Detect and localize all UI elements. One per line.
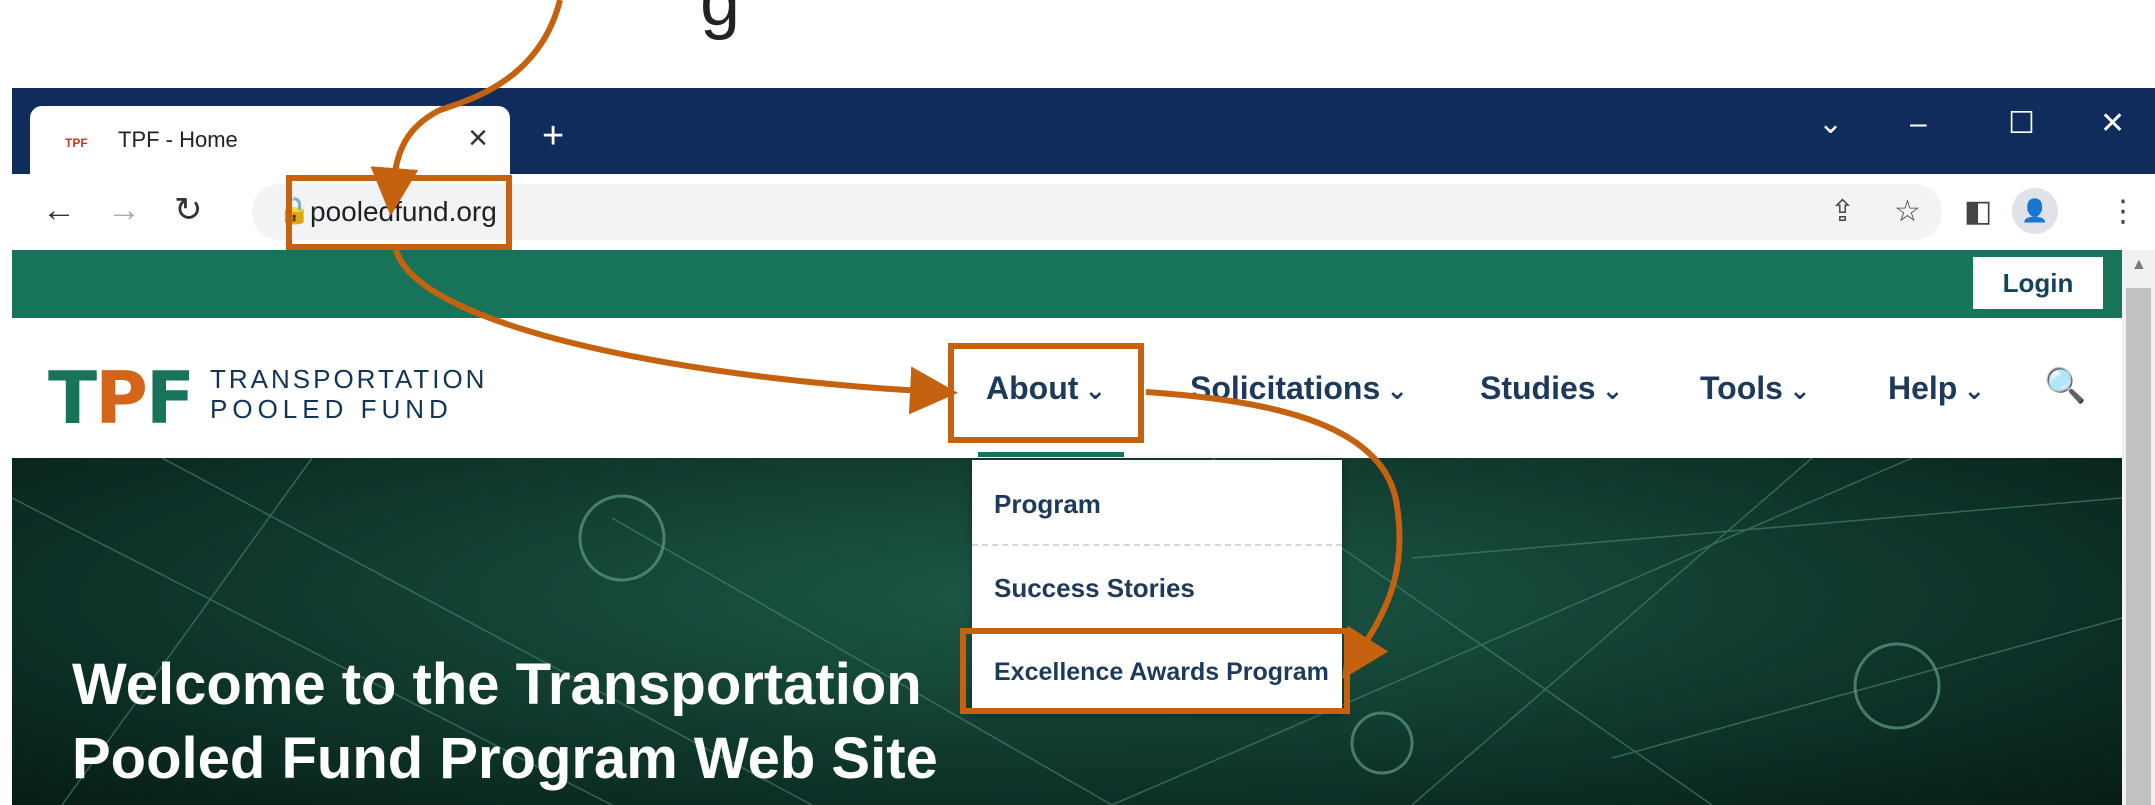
annotation-arrows [370,0,1403,680]
arrow-to-url [370,0,563,216]
arrow-url-to-about [393,249,958,415]
arrow-about-to-excellence [1145,389,1403,680]
